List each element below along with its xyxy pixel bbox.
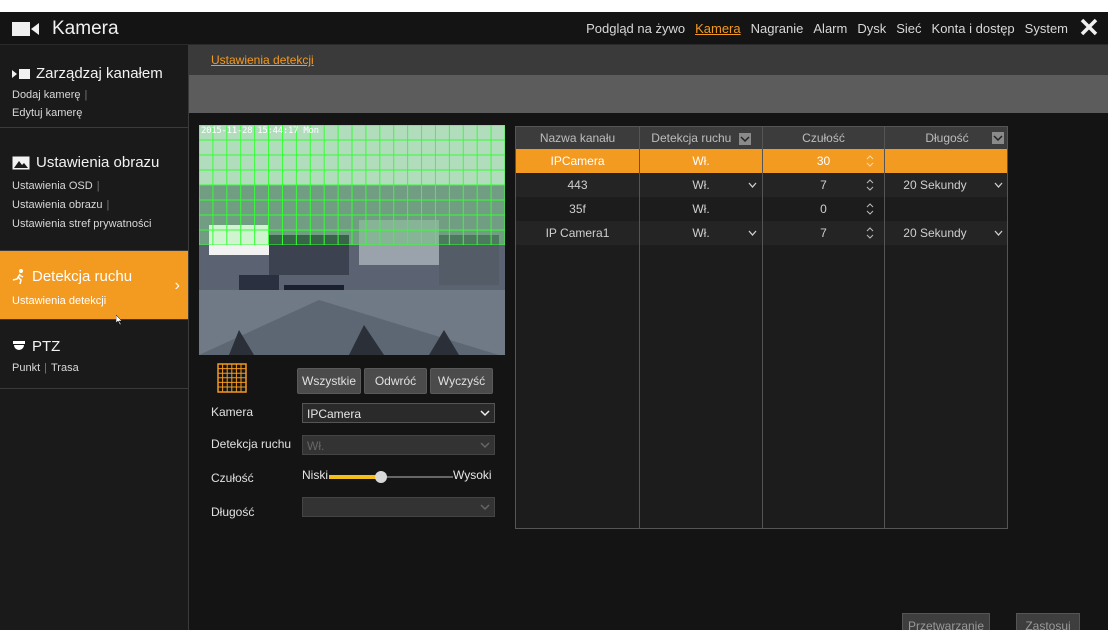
cell-motion: Wł. (692, 154, 710, 168)
sensitivity-slider-fill (329, 475, 382, 479)
spinner-icon[interactable] (866, 225, 874, 241)
camera-label: Kamera (211, 405, 254, 419)
image-icon (12, 156, 30, 170)
sidebar-item-osd[interactable]: Ustawienia OSD (12, 180, 93, 192)
column-divider (762, 127, 763, 528)
sidebar-item-image[interactable]: Ustawienia obrazu (12, 199, 103, 211)
duration-label: Długość (211, 505, 255, 519)
cell-channel-name: 35f (569, 202, 586, 216)
cell-channel-name: IP Camera1 (545, 226, 610, 240)
content-area: Ustawienia detekcji 2015-11-28 15:44:17 … (189, 45, 1108, 630)
nav-recording[interactable]: Nagranie (751, 21, 804, 36)
sidebar-group-title[interactable]: Detekcja ruchu (12, 268, 132, 285)
spinner-icon[interactable] (866, 153, 874, 169)
sensitivity-slider[interactable] (329, 471, 453, 483)
nav-accounts[interactable]: Konta i dostęp (932, 21, 1015, 36)
chevron-down-icon[interactable] (748, 182, 757, 188)
breadcrumb[interactable]: Ustawienia detekcji (211, 53, 314, 67)
nav-network[interactable]: Sieć (896, 21, 921, 36)
cell-duration (885, 197, 985, 221)
app-window: Kamera Podgląd na żywo Kamera Nagranie A… (0, 12, 1108, 630)
close-icon[interactable] (1076, 14, 1102, 40)
chevron-down-icon[interactable] (994, 182, 1003, 188)
select-all-button[interactable]: Wszystkie (297, 368, 361, 394)
cell-duration: 20 Sekundy (903, 226, 967, 240)
cell-motion: Wł. (692, 202, 710, 216)
cell-channel-name: IPCamera (550, 154, 605, 168)
sidebar-item-point[interactable]: Punkt (12, 362, 40, 374)
sensitivity-label: Czułość (211, 471, 254, 485)
sidebar-group-motion[interactable]: Detekcja ruchu › Ustawienia detekcji (0, 251, 188, 320)
cell-motion: Wł. (692, 226, 710, 240)
sidebar-group-title[interactable]: Ustawienia obrazu (12, 154, 159, 171)
cell-duration: 20 Sekundy (903, 178, 967, 192)
spinner-icon[interactable] (866, 201, 874, 217)
motion-label: Detekcja ruchu (211, 437, 292, 451)
sidebar: Zarządzaj kanałem Dodaj kamerę | Edytuj k… (0, 45, 189, 630)
motion-select[interactable]: Wł. (302, 435, 495, 455)
camera-select-value: IPCamera (307, 407, 362, 421)
nav-live-view[interactable]: Podgląd na żywo (586, 21, 685, 36)
cell-duration (885, 149, 985, 173)
motion-grid-overlay[interactable] (199, 125, 505, 245)
chevron-down-icon (480, 504, 490, 511)
sidebar-item-edit-camera[interactable]: Edytuj kamerę (12, 107, 82, 119)
cell-motion: Wł. (692, 178, 710, 192)
ptz-dome-icon (13, 341, 25, 351)
nav-alarm[interactable]: Alarm (813, 21, 847, 36)
sensitivity-slider-handle[interactable] (375, 471, 388, 483)
column-duration-label: Długość (925, 131, 969, 145)
sidebar-item-privacy[interactable]: Ustawienia stref prywatności (12, 218, 151, 230)
sidebar-group-ptz: PTZ Punkt | Trasa (0, 320, 188, 389)
channel-table: Nazwa kanału Detekcja ruchu Czułość Dług… (515, 126, 1008, 529)
sensitivity-high-label: Wysoki (453, 468, 492, 482)
column-motion-label: Detekcja ruchu (651, 131, 732, 145)
motion-select-value: Wł. (307, 439, 325, 453)
grid-select-icon[interactable] (217, 363, 247, 393)
main-nav: Podgląd na żywo Kamera Nagranie Alarm Dy… (586, 12, 1068, 44)
dropdown-toggle-icon[interactable] (992, 132, 1004, 144)
column-sensitivity: Czułość (802, 131, 845, 145)
sidebar-group-channel: Zarządzaj kanałem Dodaj kamerę | Edytuj k… (0, 45, 188, 128)
sidebar-item-route[interactable]: Trasa (51, 362, 79, 374)
nav-camera[interactable]: Kamera (695, 21, 741, 36)
osd-timestamp: 2015-11-28 15:44:17 Mon (201, 126, 319, 136)
sidebar-group-image: Ustawienia obrazu Ustawienia OSD | Ustawi… (0, 128, 188, 251)
sidebar-item-detection[interactable]: Ustawienia detekcji (12, 295, 106, 307)
process-button[interactable]: Przetwarzanie (902, 613, 990, 630)
chevron-right-icon: › (174, 277, 180, 294)
sidebar-group-title[interactable]: Zarządzaj kanałem (12, 65, 163, 82)
clear-button[interactable]: Wyczyść (430, 368, 493, 394)
column-divider (639, 127, 640, 528)
sidebar-item-add-camera[interactable]: Dodaj kamerę (12, 89, 80, 101)
chevron-down-icon[interactable] (748, 230, 757, 236)
dropdown-toggle-icon[interactable] (738, 132, 751, 145)
camera-preview[interactable]: 2015-11-28 15:44:17 Mon (199, 125, 505, 355)
invert-button[interactable]: Odwróć (364, 368, 427, 394)
apply-button[interactable]: Zastosuj (1016, 613, 1080, 630)
camera-select[interactable]: IPCamera (302, 403, 495, 423)
sensitivity-low-label: Niski (302, 468, 328, 482)
chevron-down-icon (480, 410, 490, 417)
column-divider (884, 127, 885, 528)
column-channel-name: Nazwa kanału (539, 131, 616, 145)
sidebar-group-title[interactable]: PTZ (12, 338, 60, 355)
app-title: Kamera (52, 18, 119, 39)
cell-channel-name: 443 (567, 178, 588, 192)
chevron-down-icon (480, 442, 490, 449)
camera-icon (12, 22, 39, 36)
top-bar: Kamera Podgląd na żywo Kamera Nagranie A… (0, 12, 1108, 45)
header-strip (189, 75, 1108, 113)
running-man-icon (12, 269, 24, 285)
nav-disk[interactable]: Dysk (857, 21, 886, 36)
duration-select[interactable] (302, 497, 495, 517)
column-motion[interactable]: Detekcja ruchu (640, 127, 762, 149)
spinner-icon[interactable] (866, 177, 874, 193)
column-duration[interactable]: Długość (885, 127, 1007, 149)
breadcrumb-bar: Ustawienia detekcji (189, 45, 1108, 75)
nav-system[interactable]: System (1025, 21, 1068, 36)
channel-icon (12, 69, 30, 80)
chevron-down-icon[interactable] (994, 230, 1003, 236)
